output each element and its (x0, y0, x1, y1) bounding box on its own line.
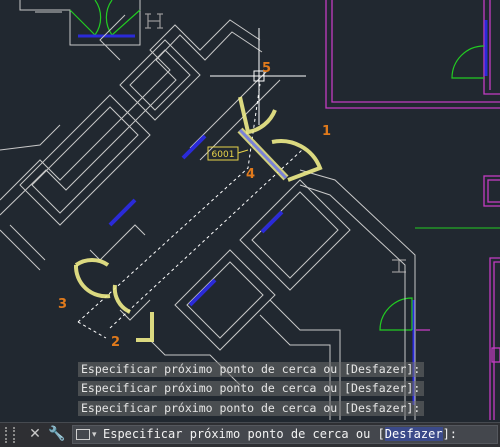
command-history-line: Especificar próximo ponto de cerca ou [D… (78, 401, 424, 416)
point-label-1: 1 (322, 124, 331, 139)
point-label-4: 4 (246, 167, 255, 182)
close-icon[interactable]: ✕ (26, 425, 44, 443)
diagonal-building (0, 14, 416, 420)
point-label-3: 3 (58, 297, 67, 312)
diagonal-windows (108, 134, 284, 307)
point-label-2: 2 (111, 335, 120, 350)
drag-handle[interactable] (5, 427, 15, 443)
magenta-accent (416, 329, 500, 363)
grid-marker-h (145, 13, 163, 29)
right-door-green (379, 45, 485, 331)
command-input[interactable]: ▾ Especificar próximo ponto de cerca ou … (72, 425, 498, 444)
point-label-5: 5 (262, 61, 271, 76)
chevron-down-icon[interactable]: ▾ (92, 428, 97, 442)
crosshair-cursor (210, 28, 306, 125)
command-history-line: Especificar próximo ponto de cerca ou [D… (78, 381, 424, 396)
command-line: ✕ 🔧 ▾ Especificar próximo ponto de cerca… (0, 422, 500, 447)
wrench-icon[interactable]: 🔧 (48, 425, 66, 443)
room-tag-label: 6001 (212, 150, 235, 160)
drawing-viewport[interactable]: 6001 1 2 3 4 5 (0, 0, 500, 446)
highlighted-doors (73, 96, 323, 342)
grid-marker-i (392, 259, 406, 273)
command-prompt[interactable]: Especificar próximo ponto de cerca ou [D… (103, 426, 457, 443)
prompt-keyword-undo[interactable]: Desfazer (384, 427, 443, 441)
top-door-arcs (69, 0, 141, 36)
point-labels: 1 2 3 4 5 (58, 61, 331, 350)
top-left-room (19, 0, 141, 46)
room-tag-leader (237, 149, 249, 154)
terminal-icon[interactable] (76, 429, 90, 440)
command-history-line: Especificar próximo ponto de cerca ou [D… (78, 362, 424, 377)
